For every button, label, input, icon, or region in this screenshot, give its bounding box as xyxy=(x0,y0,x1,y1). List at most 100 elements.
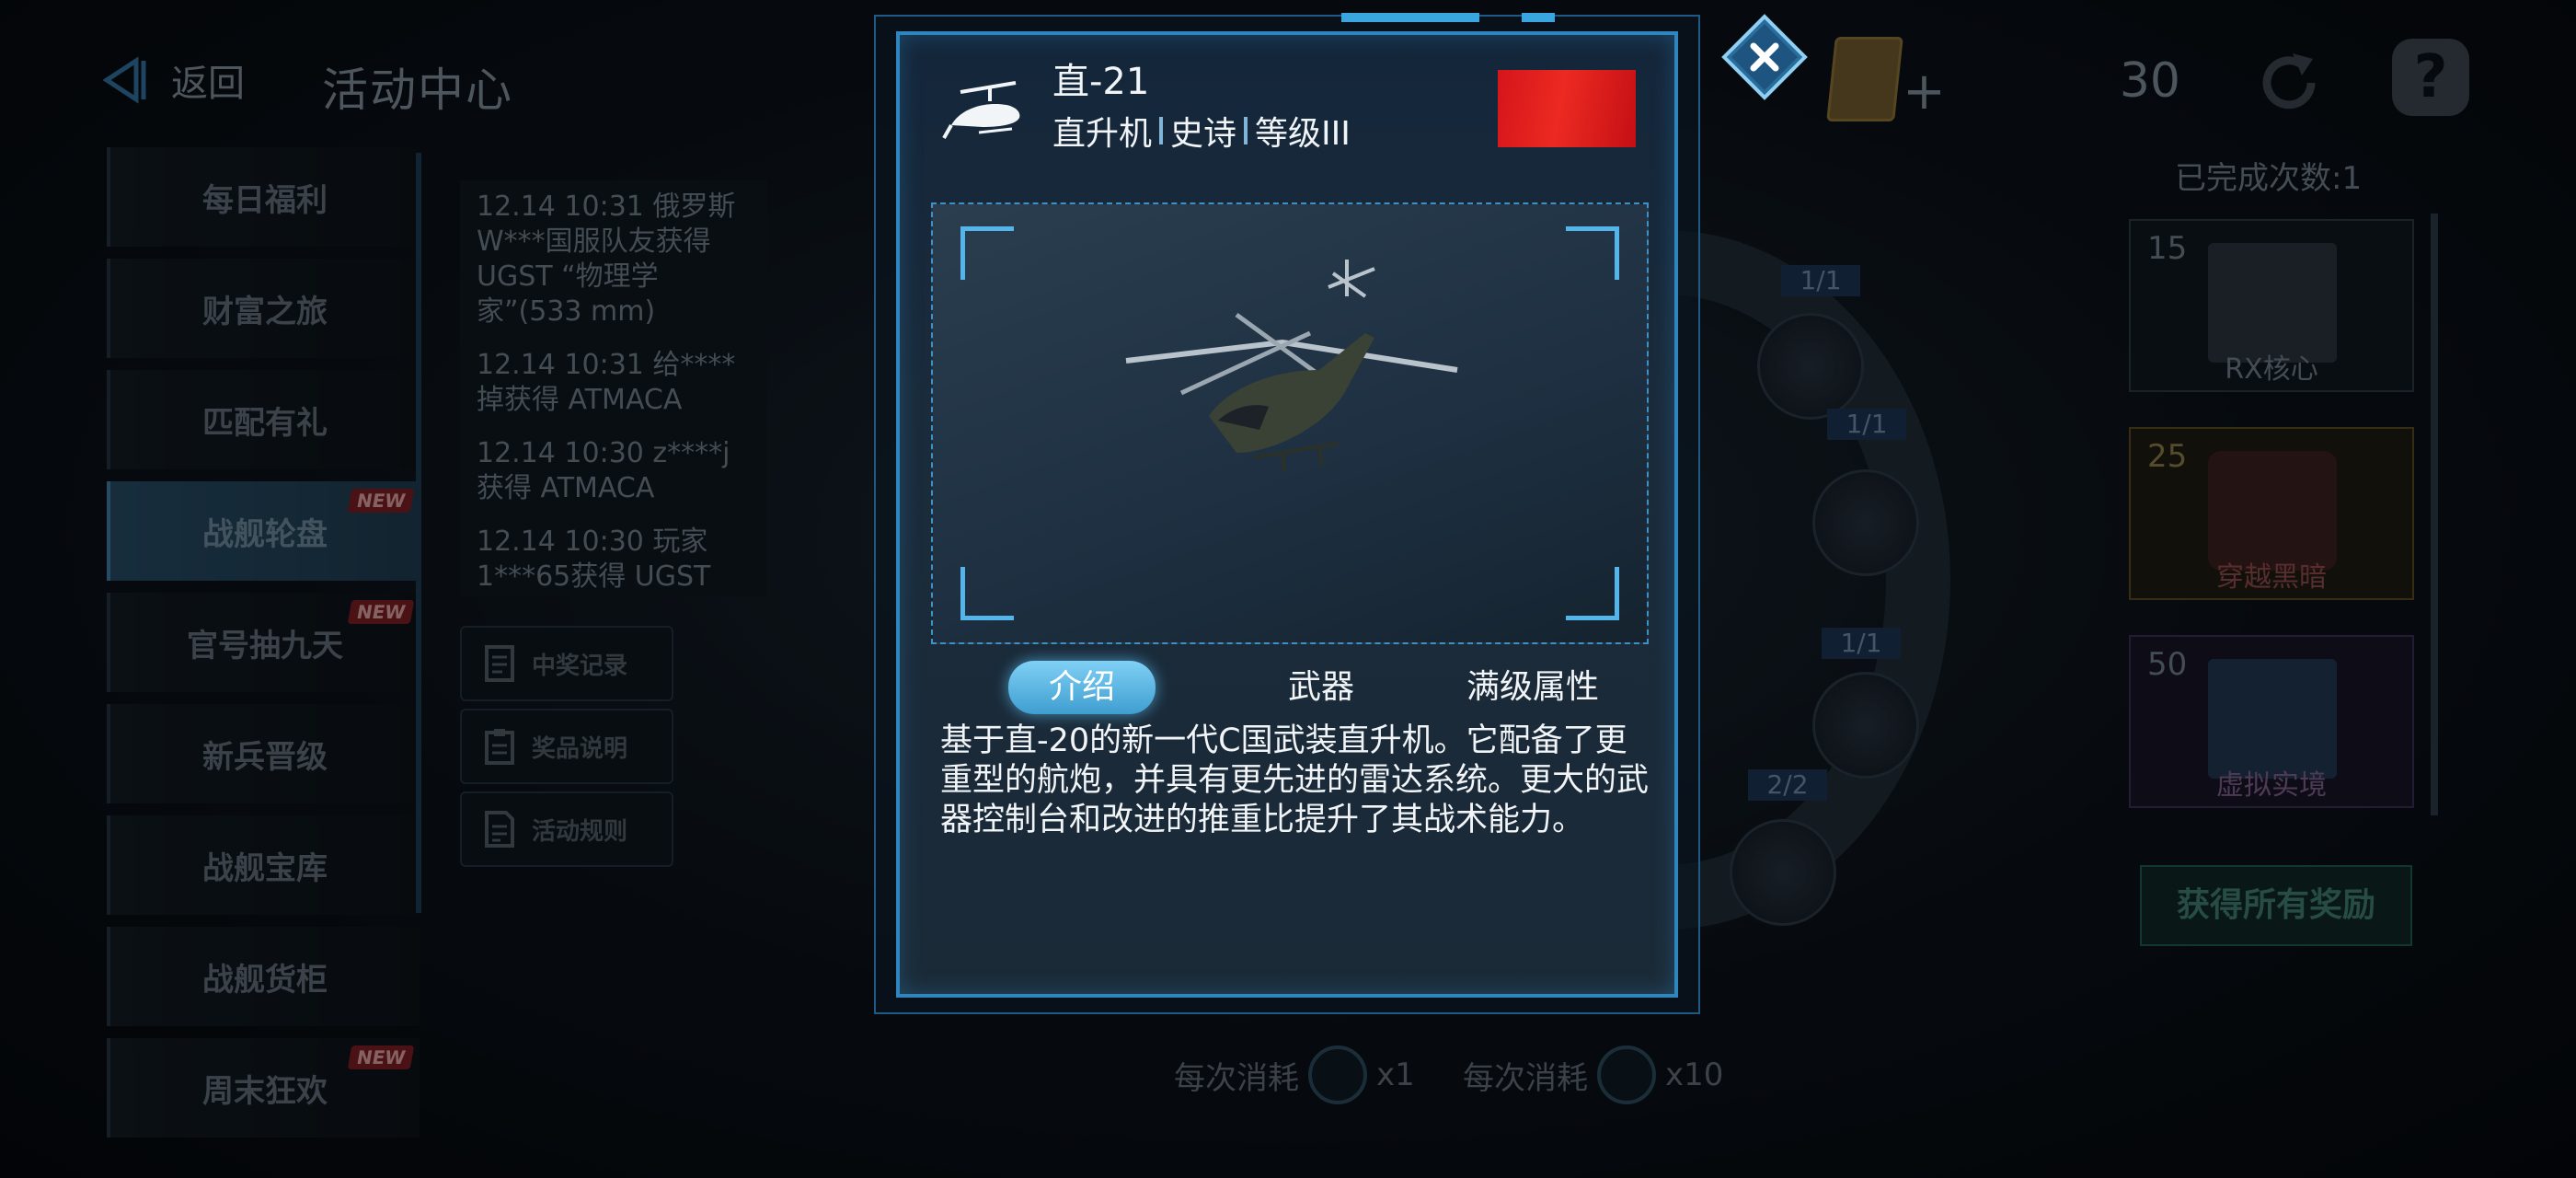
refresh-icon[interactable] xyxy=(2252,46,2326,120)
unit-rarity: 史诗 xyxy=(1170,115,1237,153)
token-icon xyxy=(1308,1045,1367,1104)
wheel-slot-count: 1/1 xyxy=(1781,265,1860,296)
sidebar-item-ship-vault[interactable]: 战舰宝库 xyxy=(107,815,420,915)
sidebar-item-label: 新兵晋级 xyxy=(202,738,328,776)
close-icon[interactable] xyxy=(1720,13,1809,101)
frame-notch xyxy=(1341,13,1479,22)
reward-threshold: 25 xyxy=(2147,438,2188,475)
ticker-entry: 12.14 10:30 玩家1***65获得 UGST xyxy=(477,525,711,593)
sidebar-item-recruit-promotion[interactable]: 新兵晋级 xyxy=(107,704,420,803)
completed-count: 已完成次数:1 xyxy=(2175,160,2363,197)
cost-label: 每次消耗 xyxy=(1174,1059,1299,1097)
button-label: 中奖记录 xyxy=(532,652,628,680)
unit-detail-modal: 直-21 直升机 史诗 等级III 介绍 武器 满级属性 基于直-20的新一代C… xyxy=(896,13,1678,998)
wheel-slot xyxy=(1812,672,1919,779)
wheel-slot xyxy=(1757,313,1864,420)
sidebar-item-label: 每日福利 xyxy=(202,181,328,219)
reward-card[interactable]: 15 RX核心 xyxy=(2129,219,2414,392)
new-badge: NEW xyxy=(347,489,415,513)
detail-tabs: 介绍 武器 满级属性 xyxy=(900,653,1674,722)
reward-image xyxy=(2208,243,2337,363)
cost-multiplier: x10 xyxy=(1665,1057,1724,1093)
button-label: 活动规则 xyxy=(532,817,628,846)
tab-max-stats[interactable]: 满级属性 xyxy=(1413,661,1652,714)
activity-rules-button[interactable]: 活动规则 xyxy=(460,791,673,867)
sidebar-item-label: 周末狂欢 xyxy=(202,1072,328,1110)
currency-value: 30 xyxy=(2119,53,2180,109)
cost-multiplier: x1 xyxy=(1376,1057,1415,1093)
sidebar-item-fortune-journey[interactable]: 财富之旅 xyxy=(107,259,420,358)
reward-name: RX核心 xyxy=(2225,353,2318,386)
reward-name: 虚拟实境 xyxy=(2216,769,2327,802)
unit-description: 基于直-20的新一代C国武装直升机。它配备了更重型的航炮，并具有更先进的雷达系统… xyxy=(940,722,1650,838)
sidebar-item-label: 匹配有礼 xyxy=(202,404,328,442)
ten-spin-cost[interactable]: 每次消耗 x10 xyxy=(1463,1045,1723,1104)
cost-label: 每次消耗 xyxy=(1463,1059,1588,1097)
reward-card[interactable]: 50 虚拟实境 xyxy=(2129,635,2414,808)
reward-threshold: 15 xyxy=(2147,230,2188,267)
viewfinder-corner xyxy=(960,567,1014,620)
tag-divider xyxy=(1244,117,1248,144)
modal-header: 直-21 直升机 史诗 等级III xyxy=(900,35,1674,173)
rules-document-icon xyxy=(485,811,514,848)
helicopter-model-image xyxy=(1125,260,1458,472)
sidebar-item-ship-roulette[interactable]: 战舰轮盘 NEW xyxy=(107,481,420,581)
rewards-scrollbar[interactable] xyxy=(2431,214,2438,815)
button-label: 奖品说明 xyxy=(532,734,628,763)
back-arrow-icon xyxy=(103,56,146,104)
sidebar-item-label: 战舰轮盘 xyxy=(202,515,328,553)
sidebar-item-match-gift[interactable]: 匹配有礼 xyxy=(107,370,420,469)
sidebar-item-label: 战舰宝库 xyxy=(202,849,328,887)
wheel-slot-count: 1/1 xyxy=(1822,628,1901,659)
unit-tier: 等级III xyxy=(1255,115,1351,153)
sidebar-item-label: 财富之旅 xyxy=(202,293,328,330)
sidebar-item-ship-container[interactable]: 战舰货柜 xyxy=(107,927,420,1026)
reward-card[interactable]: 25 穿越黑暗 xyxy=(2129,427,2414,600)
sidebar-item-daily-welfare[interactable]: 每日福利 xyxy=(107,147,420,247)
tab-intro[interactable]: 介绍 xyxy=(1008,661,1156,714)
reward-threshold: 50 xyxy=(2147,646,2188,683)
back-button[interactable]: 返回 xyxy=(103,53,245,107)
ticker-entry: 12.14 10:30 z****j获得 ATMACA xyxy=(477,437,730,504)
sidebar-item-weekend-carnival[interactable]: 周末狂欢 NEW xyxy=(107,1038,420,1138)
wheel-slot xyxy=(1812,469,1919,576)
helicopter-icon xyxy=(942,81,1020,139)
reward-image xyxy=(2208,659,2337,779)
viewfinder-corner xyxy=(1566,567,1619,620)
ticker-entry: 12.14 10:31 俄罗斯W***国服队友获得 UGST “物理学家”(53… xyxy=(477,191,736,328)
nation-flag xyxy=(1498,70,1636,147)
wheel-slot-count: 2/2 xyxy=(1748,769,1827,801)
unit-tags: 直升机 史诗 等级III xyxy=(1052,107,1351,155)
unit-name: 直-21 xyxy=(1052,61,1150,103)
help-icon[interactable]: ? xyxy=(2392,39,2469,116)
sidebar-item-label: 官号抽九天 xyxy=(187,627,343,664)
clipboard-icon xyxy=(485,729,514,765)
claim-all-rewards-button[interactable]: 获得所有奖励 xyxy=(2140,865,2412,946)
prize-records-button[interactable]: 中奖记录 xyxy=(460,626,673,701)
page-title: 活动中心 xyxy=(322,64,513,117)
reward-image xyxy=(2208,451,2337,571)
viewfinder-corner xyxy=(960,226,1014,280)
single-spin-cost[interactable]: 每次消耗 x1 xyxy=(1174,1045,1415,1104)
sidebar-scrollbar[interactable] xyxy=(416,153,421,913)
ticker-entry: 12.14 10:31 给****掉获得 ATMACA xyxy=(477,349,736,416)
milestone-rewards: 15 RX核心 25 穿越黑暗 50 虚拟实境 xyxy=(2129,219,2414,843)
sidebar-item-official-draw[interactable]: 官号抽九天 NEW xyxy=(107,593,420,692)
activity-buttons: 中奖记录 奖品说明 活动规则 xyxy=(460,626,673,874)
prize-info-button[interactable]: 奖品说明 xyxy=(460,709,673,784)
token-icon xyxy=(1597,1045,1656,1104)
new-badge: NEW xyxy=(347,600,415,624)
new-badge: NEW xyxy=(347,1045,415,1069)
currency-ticket-icon xyxy=(1826,37,1903,121)
frame-notch xyxy=(1522,13,1555,22)
tag-divider xyxy=(1159,117,1164,144)
unit-model-viewer[interactable] xyxy=(931,202,1649,644)
viewfinder-corner xyxy=(1566,226,1619,280)
tab-weapons[interactable]: 武器 xyxy=(1248,661,1395,714)
unit-class: 直升机 xyxy=(1052,115,1153,153)
currency-counter: + 30 xyxy=(1826,37,2217,121)
add-currency-button[interactable]: + xyxy=(1903,66,1946,118)
back-label: 返回 xyxy=(171,63,245,105)
reward-name: 穿越黑暗 xyxy=(2216,561,2327,594)
document-icon xyxy=(485,645,514,682)
